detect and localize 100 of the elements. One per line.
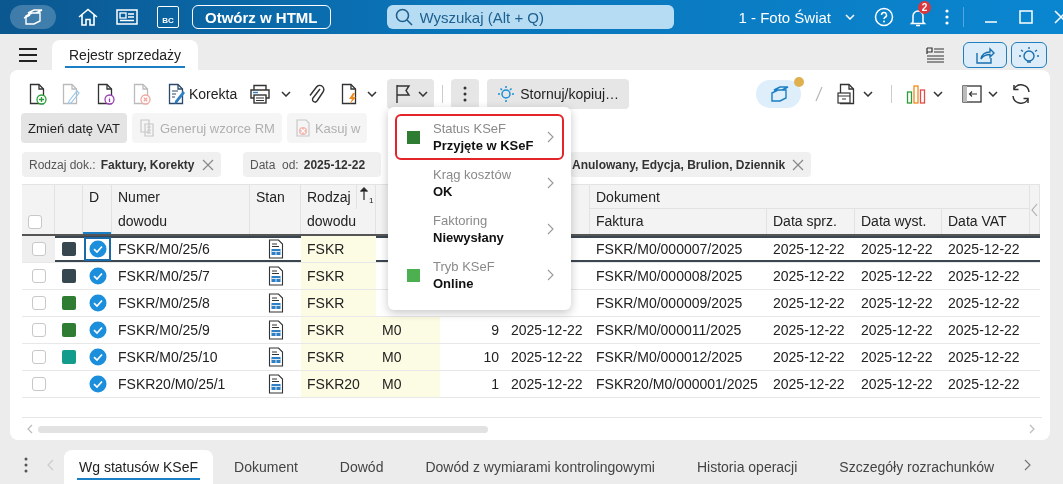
table-cell-text: FSKR/M0/000008/2025 bbox=[595, 267, 744, 286]
menu-item[interactable]: Status KSeF Przyjęte w KSeF bbox=[395, 114, 564, 160]
checkbox[interactable] bbox=[28, 215, 42, 229]
caret-icon[interactable] bbox=[863, 91, 873, 97]
filter-chip[interactable]: Anulowany, Edycja, Brulion, Dziennik bbox=[570, 152, 812, 177]
caret-icon[interactable] bbox=[988, 91, 998, 97]
table-cell: FSKR20 bbox=[301, 371, 376, 397]
table-row[interactable]: FSKR20/M0/25/1 FSKR20 M0 1 2025-12-22 FSKR20/M0/000001/2025 2025-12-22 2025-12-22 2025-12-22 bbox=[22, 371, 1040, 398]
column-header[interactable]: Faktura bbox=[590, 209, 767, 234]
table-cell-text: 2025-12-22 bbox=[860, 348, 934, 367]
paperclip-icon[interactable] bbox=[307, 83, 326, 105]
sort-indicator[interactable]: 1 bbox=[356, 185, 375, 209]
maximize-icon[interactable] bbox=[1019, 10, 1034, 24]
checkbox[interactable] bbox=[31, 269, 46, 283]
bar-chart-icon[interactable] bbox=[906, 84, 926, 104]
table-cell: M0 bbox=[376, 317, 440, 343]
menu-item[interactable]: Krąg kosztów OK bbox=[395, 160, 564, 206]
open-html-button[interactable]: Otwórz w HTML bbox=[192, 5, 331, 29]
correction-button[interactable]: Korekta bbox=[189, 86, 238, 102]
table-cell-text: 2025-12-22 bbox=[860, 375, 934, 394]
table-cell-text: 2025-12-22 bbox=[510, 348, 584, 367]
correction-icon[interactable] bbox=[166, 83, 186, 105]
column-header[interactable]: Data VAT bbox=[942, 209, 1030, 234]
table-cell-text: FSKR/M0/25/7 bbox=[117, 267, 211, 286]
column-header[interactable]: Stan bbox=[250, 185, 301, 234]
filter-chip[interactable]: Rodzaj dok.: Faktury, Korekty bbox=[22, 152, 221, 177]
filter-value: 2025-12-22 bbox=[303, 157, 366, 172]
copy-document-icon bbox=[139, 119, 157, 137]
printer-icon[interactable] bbox=[249, 84, 272, 104]
panel-collapse-icon[interactable] bbox=[962, 84, 982, 104]
close-icon[interactable] bbox=[792, 158, 805, 171]
sync-button[interactable] bbox=[756, 80, 801, 108]
document-table-icon[interactable] bbox=[837, 83, 857, 105]
table-cell-text: FSKR/M0/000011/2025 bbox=[595, 321, 743, 340]
checkbox[interactable] bbox=[31, 350, 46, 364]
info-document-icon[interactable] bbox=[95, 83, 115, 105]
menu-item[interactable]: Faktoring Niewysłany bbox=[395, 206, 564, 252]
stacked-squares-icon[interactable] bbox=[22, 8, 44, 26]
menu-icon[interactable] bbox=[18, 47, 38, 63]
column-header[interactable]: Data wyst. bbox=[855, 209, 942, 234]
tips-button[interactable] bbox=[1011, 42, 1047, 68]
more-options-icon[interactable] bbox=[945, 8, 950, 26]
table-cell-text: 2025-12-22 bbox=[772, 240, 846, 259]
menu-item-label: Tryb KSeF bbox=[433, 258, 496, 275]
home-icon[interactable] bbox=[77, 7, 99, 27]
caret-icon[interactable] bbox=[933, 91, 943, 97]
table-cell-text: 2025-12-22 bbox=[510, 375, 584, 394]
sun-icon bbox=[497, 85, 516, 103]
new-document-icon[interactable] bbox=[27, 83, 47, 105]
action-button[interactable]: Zmień datę VAT bbox=[21, 113, 127, 143]
checkbox[interactable] bbox=[31, 296, 46, 310]
column-header[interactable]: Numer dowodu bbox=[112, 185, 250, 234]
scrollbar-thumb[interactable] bbox=[38, 425, 488, 433]
table-cell: M0 bbox=[376, 371, 440, 397]
flag-button[interactable] bbox=[387, 79, 435, 109]
tab[interactable]: Dowód bbox=[324, 450, 399, 484]
table-cell-text: FSKR/M0/25/9 bbox=[117, 321, 211, 340]
close-icon[interactable] bbox=[201, 158, 214, 171]
checkbox[interactable] bbox=[31, 242, 46, 256]
app-switcher-button[interactable] bbox=[10, 5, 56, 29]
tab[interactable]: Rejestr sprzedaży bbox=[52, 40, 199, 70]
menu-item-value: Niewysłany bbox=[433, 229, 505, 246]
table-cell-text: 2025-12-22 bbox=[947, 240, 1021, 259]
company-selector[interactable]: 1 - Foto Świat bbox=[738, 8, 832, 26]
refresh-icon[interactable] bbox=[1010, 83, 1032, 105]
caret-icon[interactable] bbox=[417, 91, 428, 97]
filter-chip[interactable]: Data od: 2025-12-22 bbox=[243, 152, 381, 177]
tab[interactable]: Dokument bbox=[219, 450, 313, 484]
share-button[interactable] bbox=[963, 42, 1007, 68]
bc-button[interactable]: BC bbox=[157, 6, 179, 28]
tab[interactable]: Historia operacji bbox=[681, 450, 813, 484]
table-cell-text: FSKR/M0/25/6 bbox=[117, 240, 211, 259]
table-cell-text: 2025-12-22 bbox=[947, 375, 1021, 394]
help-icon[interactable] bbox=[874, 7, 895, 27]
caret-icon[interactable] bbox=[367, 91, 378, 97]
more-button[interactable] bbox=[451, 79, 480, 109]
list-settings-icon[interactable] bbox=[925, 46, 945, 64]
table-row[interactable]: FSKR/M0/25/10 FSKR M0 10 2025-12-22 FSKR/M0/000012/2025 2025-12-22 2025-12-22 2025-12-22 bbox=[22, 344, 1040, 371]
checkbox[interactable] bbox=[31, 377, 46, 391]
table-cell-text: 2025-12-22 bbox=[772, 294, 846, 313]
column-header[interactable]: D bbox=[83, 185, 112, 234]
chevron-right-icon[interactable] bbox=[1024, 458, 1031, 471]
chevron-right-icon bbox=[547, 223, 554, 235]
table-cell: FSKR bbox=[301, 290, 376, 316]
table-row[interactable]: FSKR/M0/25/9 FSKR M0 9 2025-12-22 FSKR/M0/000011/2025 2025-12-22 2025-12-22 2025-12-22 bbox=[22, 317, 1040, 344]
column-header[interactable]: Rodzaj dowodu bbox=[307, 185, 357, 234]
delete-template-icon bbox=[293, 119, 312, 137]
tab[interactable]: Wg statusów KSeF bbox=[64, 450, 214, 484]
search-field[interactable]: Wyszukaj (Alt + Q) bbox=[386, 5, 674, 29]
menu-item-label: Faktoring bbox=[433, 212, 489, 229]
newspaper-icon[interactable] bbox=[116, 8, 138, 26]
tab[interactable]: Szczegóły rozrachunków bbox=[824, 450, 1010, 484]
caret-icon[interactable] bbox=[281, 91, 292, 97]
storno-button[interactable]: Stornuj/kopiuj… bbox=[487, 79, 630, 109]
checkbox[interactable] bbox=[31, 323, 46, 337]
more-options-icon[interactable] bbox=[24, 456, 28, 473]
column-header[interactable]: Data sprz. bbox=[767, 209, 855, 234]
tab[interactable]: Dowód z wymiarami kontrolingowymi bbox=[410, 450, 670, 484]
document-table-icon bbox=[267, 239, 284, 259]
table-cell-text: 9 bbox=[490, 321, 500, 340]
